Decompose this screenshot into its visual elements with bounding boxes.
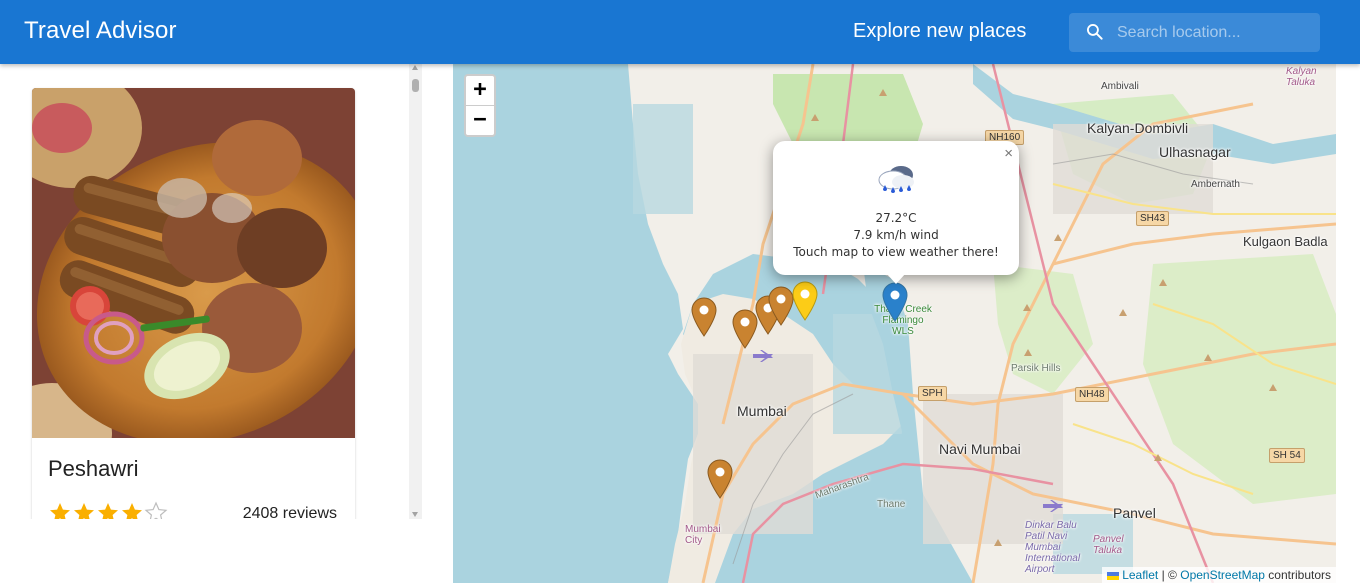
restaurant-marker-icon[interactable] bbox=[691, 297, 717, 337]
place-rating bbox=[48, 501, 168, 519]
weather-popup: × 27.2°C 7.9 km/h wind Touch map to view… bbox=[773, 141, 1019, 284]
app-title: Travel Advisor bbox=[24, 17, 177, 44]
map-label-airport: Dinkar Balu Patil Navi Mumbai Internatio… bbox=[1025, 520, 1081, 575]
map-label-ulhasnagar: Ulhasnagar bbox=[1159, 144, 1231, 160]
place-name: Peshawri bbox=[48, 456, 139, 481]
zoom-control: + − bbox=[464, 74, 496, 137]
place-photo bbox=[32, 88, 355, 438]
attribution-separator: | bbox=[1161, 568, 1165, 582]
map-label-parsik: Parsik Hills bbox=[1011, 363, 1061, 374]
rain-cloud-icon bbox=[878, 166, 914, 193]
weather-hint: Touch map to view weather there! bbox=[793, 245, 999, 259]
search-icon bbox=[1087, 24, 1103, 40]
scroll-down-arrow-icon[interactable] bbox=[412, 512, 418, 517]
popup-tip bbox=[886, 273, 906, 284]
map-label-ambernath: Ambernath bbox=[1191, 179, 1240, 190]
search-box[interactable] bbox=[1069, 13, 1320, 52]
explore-heading: Explore new places bbox=[853, 20, 1027, 42]
attribution-copyright: © bbox=[1168, 568, 1177, 582]
map-label-kalyan: Kalyan-Dombivli bbox=[1087, 120, 1189, 136]
current-location-marker-icon[interactable] bbox=[882, 282, 908, 322]
openstreetmap-link[interactable]: OpenStreetMap bbox=[1180, 568, 1265, 582]
leaflet-link[interactable]: Leaflet bbox=[1122, 568, 1158, 582]
selected-marker-icon[interactable] bbox=[792, 281, 818, 321]
attribution-contributors: contributors bbox=[1268, 568, 1331, 582]
restaurant-marker-icon[interactable] bbox=[707, 459, 733, 499]
ukraine-flag-icon bbox=[1107, 572, 1120, 580]
map-label-ambivali: Ambivali bbox=[1101, 81, 1139, 92]
star-rating-icon bbox=[50, 502, 167, 519]
close-icon[interactable]: × bbox=[1004, 145, 1013, 162]
place-card[interactable]: Peshawri 2408 reviews bbox=[32, 88, 355, 519]
road-shield-nh48: NH48 bbox=[1075, 387, 1109, 402]
map-label-navi-mumbai: Navi Mumbai bbox=[939, 441, 1021, 457]
map-label-mumbai: Mumbai bbox=[737, 403, 787, 419]
map-label-kalyan-taluka: Kalyan Taluka bbox=[1286, 66, 1317, 88]
map-label-panvel-taluka: Panvel Taluka bbox=[1093, 534, 1124, 556]
weather-wind: 7.9 km/h wind bbox=[853, 228, 939, 242]
zoom-out-button[interactable]: − bbox=[466, 106, 494, 135]
map-attribution: Leaflet | © OpenStreetMap contributors bbox=[1102, 567, 1336, 583]
review-count: 2408 reviews bbox=[242, 505, 337, 519]
map-label-thane: Thane bbox=[877, 499, 906, 510]
zoom-in-button[interactable]: + bbox=[466, 76, 494, 106]
search-input[interactable] bbox=[1117, 13, 1312, 52]
list-scrollbar[interactable] bbox=[409, 64, 422, 519]
places-list[interactable]: Peshawri 2408 reviews bbox=[0, 64, 422, 519]
app-bar: Travel Advisor Explore new places bbox=[0, 0, 1360, 64]
map-label-panvel: Panvel bbox=[1113, 505, 1156, 521]
map-label-kulgaon: Kulgaon Badla bbox=[1243, 234, 1328, 249]
scroll-up-arrow-icon[interactable] bbox=[412, 65, 418, 70]
scroll-thumb[interactable] bbox=[412, 79, 419, 92]
road-shield-sh54: SH 54 bbox=[1269, 448, 1305, 463]
map[interactable]: Mumbai Navi Mumbai Kalyan-Dombivli Ulhas… bbox=[453, 64, 1336, 583]
map-label-mumbai-city: Mumbai City bbox=[685, 524, 721, 546]
restaurant-marker-icon[interactable] bbox=[768, 286, 794, 326]
road-shield-sph: SPH bbox=[918, 386, 947, 401]
road-shield-sh43: SH43 bbox=[1136, 211, 1170, 226]
weather-temperature: 27.2°C bbox=[875, 211, 917, 225]
